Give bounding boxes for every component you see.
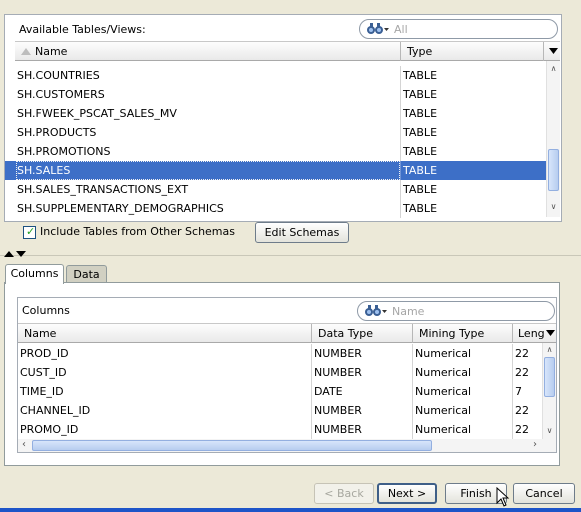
columns-grid: Columns Name Name Data Type Mining Type …: [17, 297, 557, 453]
table-row[interactable]: SH.SUPPLEMENTARY_DEMOGRAPHICS TABLE: [5, 199, 546, 218]
column-row[interactable]: PROMO_ID NUMBER Numerical 22: [18, 420, 542, 439]
splitter[interactable]: [0, 250, 581, 257]
scroll-up-icon[interactable]: ∧: [543, 344, 556, 356]
column-header-mining-type[interactable]: Mining Type: [419, 324, 484, 343]
column-mining-type: Numerical: [415, 366, 472, 379]
column-header-length[interactable]: Lengt: [518, 324, 544, 343]
table-name: SH.FWEEK_PSCAT_SALES_MV: [17, 107, 177, 120]
columns-vscroll-thumb[interactable]: [544, 357, 555, 397]
table-row[interactable]: SH.COUNTRIES TABLE: [5, 66, 546, 85]
table-name: SH.PRODUCTS: [17, 126, 97, 139]
column-menu-dropdown-icon[interactable]: [546, 330, 555, 337]
next-button[interactable]: Next >: [377, 483, 437, 504]
table-name: SH.SALES: [17, 164, 71, 177]
columns-horizontal-scrollbar[interactable]: ‹ ›: [18, 439, 556, 452]
scroll-down-icon[interactable]: ∨: [543, 425, 556, 437]
columns-tab-panel: Columns Name Name Data Type Mining Type …: [4, 282, 560, 466]
table-row[interactable]: SH.PRODUCTS TABLE: [5, 123, 546, 142]
table-type: TABLE: [403, 164, 438, 177]
column-mining-type: Numerical: [415, 385, 472, 398]
table-name: SH.PROMOTIONS: [17, 145, 111, 158]
column-menu-dropdown-icon[interactable]: [549, 48, 558, 55]
tables-filter-placeholder: All: [394, 23, 408, 36]
table-name: SH.SUPPLEMENTARY_DEMOGRAPHICS: [17, 202, 224, 215]
column-data-type: NUMBER: [314, 423, 362, 436]
column-length: 22: [515, 347, 529, 360]
edit-schemas-button[interactable]: Edit Schemas: [255, 222, 349, 243]
column-length: 7: [515, 385, 522, 398]
table-type: TABLE: [403, 126, 438, 139]
table-row-selected[interactable]: SH.SALES TABLE: [5, 161, 546, 180]
tables-filter-input[interactable]: All: [359, 19, 558, 39]
scroll-left-icon[interactable]: ‹: [19, 439, 29, 451]
scroll-down-icon[interactable]: ∨: [547, 201, 560, 213]
table-row[interactable]: SH.CUSTOMERS TABLE: [5, 85, 546, 104]
include-other-schemas-label[interactable]: Include Tables from Other Schemas: [40, 225, 235, 238]
column-name: CUST_ID: [20, 366, 67, 379]
column-mining-type: Numerical: [415, 347, 472, 360]
scroll-up-icon[interactable]: ∧: [547, 63, 560, 75]
tables-grid-header: Name Type: [15, 41, 560, 61]
column-data-type: NUMBER: [314, 366, 362, 379]
include-other-schemas-checkbox[interactable]: ✓: [23, 225, 36, 239]
column-header-data-type[interactable]: Data Type: [318, 324, 373, 343]
table-row[interactable]: SH.FWEEK_PSCAT_SALES_MV TABLE: [5, 104, 546, 123]
column-length: 22: [515, 366, 529, 379]
tab-columns[interactable]: Columns: [5, 264, 64, 284]
column-length: 22: [515, 404, 529, 417]
binoculars-icon[interactable]: [364, 304, 388, 318]
column-name: TIME_ID: [20, 385, 64, 398]
column-data-type: NUMBER: [314, 404, 362, 417]
column-name: PROMO_ID: [20, 423, 79, 436]
table-type: TABLE: [403, 202, 438, 215]
column-header-name[interactable]: Name: [35, 42, 67, 61]
column-data-type: NUMBER: [314, 347, 362, 360]
table-row[interactable]: SH.SALES_TRANSACTIONS_EXT TABLE: [5, 180, 546, 199]
window-bottom-edge: [0, 508, 581, 512]
available-tables-title: Available Tables/Views:: [19, 23, 146, 36]
column-name: CHANNEL_ID: [20, 404, 91, 417]
scroll-right-icon[interactable]: ›: [530, 439, 540, 451]
columns-filter-input[interactable]: Name: [357, 301, 555, 321]
binoculars-icon[interactable]: [366, 22, 390, 36]
table-type: TABLE: [403, 183, 438, 196]
column-row[interactable]: CUST_ID NUMBER Numerical 22: [18, 363, 542, 382]
tables-scroll-thumb[interactable]: [548, 149, 559, 191]
columns-title: Columns: [22, 304, 70, 317]
columns-vertical-scrollbar[interactable]: ∧ ∨: [542, 343, 556, 439]
table-type: TABLE: [403, 88, 438, 101]
column-header-name[interactable]: Name: [24, 324, 56, 343]
column-header-type[interactable]: Type: [407, 42, 432, 61]
columns-hscroll-thumb[interactable]: [32, 440, 432, 451]
column-data-type: DATE: [314, 385, 343, 398]
table-type: TABLE: [403, 107, 438, 120]
column-row[interactable]: PROD_ID NUMBER Numerical 22: [18, 344, 542, 363]
columns-list: PROD_ID NUMBER Numerical 22 CUST_ID NUMB…: [18, 344, 542, 439]
table-row[interactable]: SH.PROMOTIONS TABLE: [5, 142, 546, 161]
columns-grid-header: Name Data Type Mining Type Lengt: [18, 323, 556, 343]
sort-ascending-icon: [21, 48, 31, 55]
table-type: TABLE: [403, 69, 438, 82]
column-mining-type: Numerical: [415, 404, 472, 417]
table-name: SH.COUNTRIES: [17, 69, 100, 82]
mouse-cursor-icon: [496, 487, 510, 507]
table-name: SH.SALES_TRANSACTIONS_EXT: [17, 183, 189, 196]
column-row[interactable]: TIME_ID DATE Numerical 7: [18, 382, 542, 401]
cancel-button[interactable]: Cancel: [513, 483, 575, 504]
table-name: SH.CUSTOMERS: [17, 88, 105, 101]
tables-vertical-scrollbar[interactable]: ∧ ∨: [546, 61, 560, 217]
tables-list: SH.COUNTRIES TABLE SH.CUSTOMERS TABLE SH…: [5, 66, 546, 219]
columns-filter-placeholder: Name: [392, 305, 425, 318]
back-button[interactable]: < Back: [314, 483, 374, 504]
available-tables-panel: Available Tables/Views: All Name Type SH…: [4, 14, 562, 222]
column-name: PROD_ID: [20, 347, 69, 360]
splitter-collapse-icon[interactable]: [4, 251, 26, 257]
column-row[interactable]: CHANNEL_ID NUMBER Numerical 22: [18, 401, 542, 420]
column-length: 22: [515, 423, 529, 436]
table-type: TABLE: [403, 145, 438, 158]
checkmark-icon: ✓: [26, 225, 36, 238]
column-mining-type: Numerical: [415, 423, 472, 436]
